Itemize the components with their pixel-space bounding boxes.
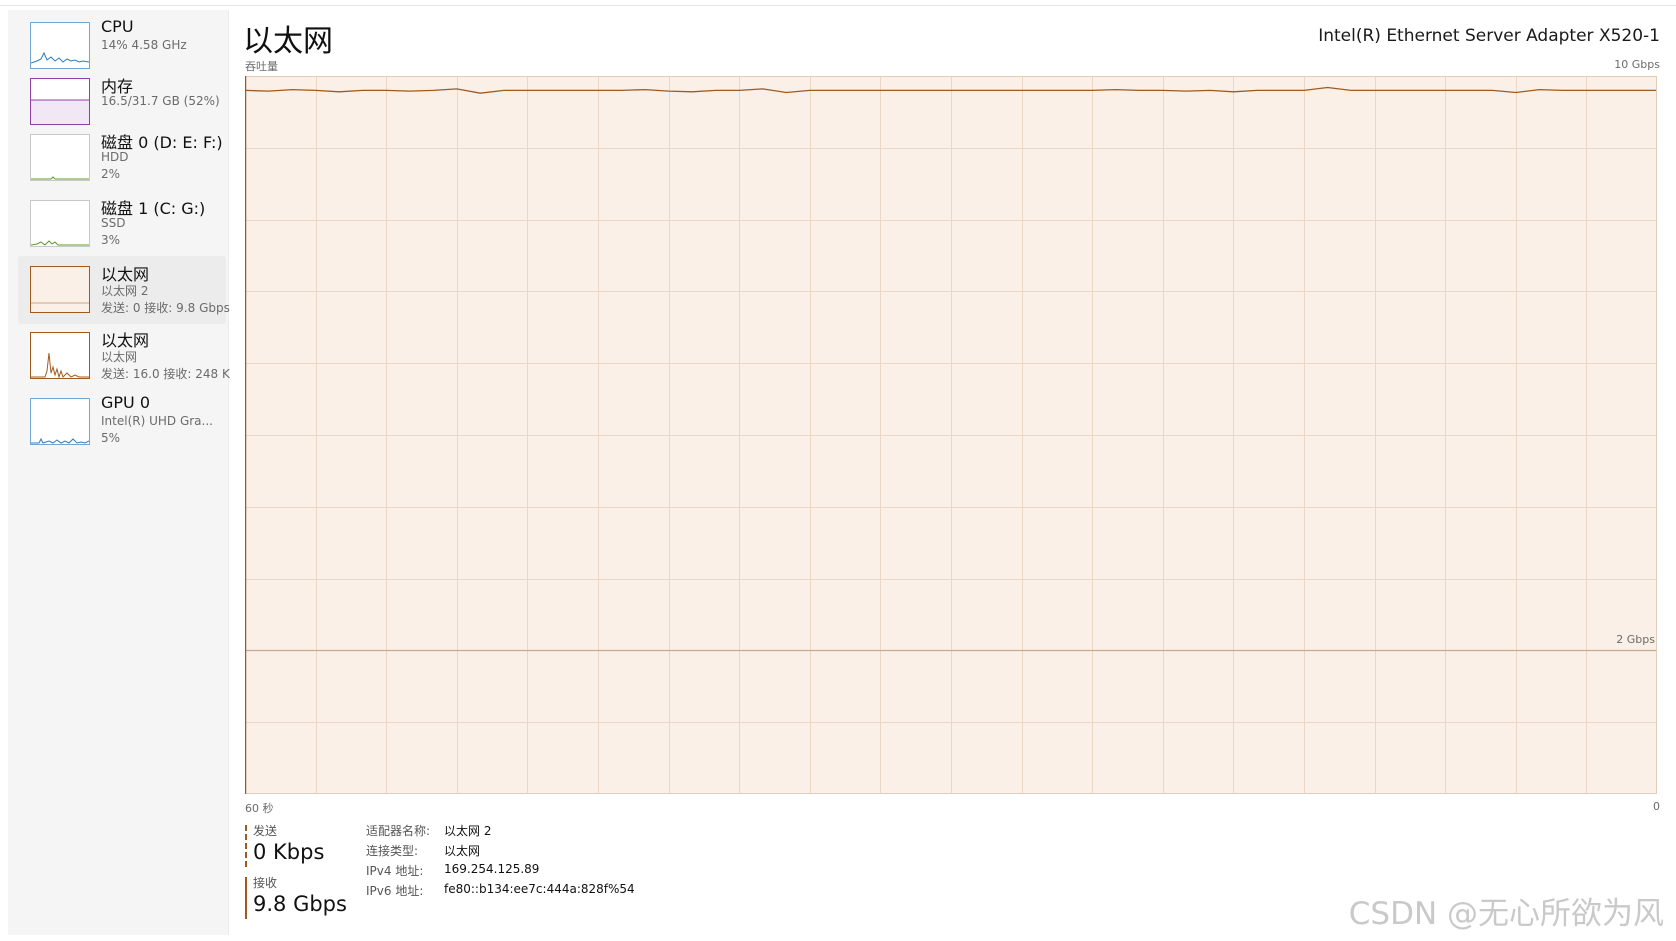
property-key: IPv4 地址: <box>366 864 424 878</box>
ethernet-mini-graph <box>30 332 90 379</box>
sidebar-item-title: GPU 0 <box>101 393 151 412</box>
sidebar-item-detail: 以太网 2 <box>101 284 149 298</box>
disk-1-mini-graph <box>30 200 90 247</box>
property-key: IPv6 地址: <box>366 884 424 898</box>
sidebar-item-detail: 16.5/31.7 GB (52%) <box>101 94 220 108</box>
gpu-mini-graph <box>30 398 90 445</box>
top-divider <box>0 5 1676 6</box>
sidebar-item-disk-1[interactable]: 磁盘 1 (C: G:) SSD 3% <box>18 190 226 258</box>
sidebar-item-ethernet[interactable]: 以太网 以太网 发送: 16.0 接收: 248 K <box>18 322 230 390</box>
throughput-label: 吞吐量 <box>245 60 278 73</box>
cpu-mini-graph <box>30 22 90 69</box>
throughput-chart <box>245 76 1657 794</box>
disk-0-mini-graph <box>30 134 90 181</box>
property-key: 连接类型: <box>366 844 419 858</box>
sidebar-item-detail: HDD <box>101 150 129 164</box>
send-label: 发送 <box>253 824 278 838</box>
sidebar-item-detail: Intel(R) UHD Gra... <box>101 414 213 428</box>
sidebar-item-detail: 以太网 <box>101 350 138 364</box>
property-value: 以太网 <box>444 844 481 858</box>
watermark-text: CSDN @无心所欲为风 <box>1348 896 1664 932</box>
sidebar-item-disk-0[interactable]: 磁盘 0 (D: E: F:) HDD 2% <box>18 124 226 192</box>
sidebar-item-ethernet-2[interactable]: 以太网 以太网 2 发送: 0 接收: 9.8 Gbps <box>18 256 230 324</box>
receive-value: 9.8 Gbps <box>253 892 347 916</box>
ethernet-2-mini-graph <box>30 266 90 313</box>
sidebar-item-throughput: 发送: 0 接收: 9.8 Gbps <box>101 301 230 315</box>
sidebar-item-usage: 2% <box>101 167 121 181</box>
throughput-chart-svg <box>245 76 1657 794</box>
property-value: 以太网 2 <box>444 824 492 838</box>
send-stat: 发送 0 Kbps <box>245 822 355 870</box>
send-value: 0 Kbps <box>253 840 325 864</box>
page-title: 以太网 <box>243 24 333 59</box>
time-end-label: 0 <box>1653 800 1660 813</box>
sidebar-item-detail: 14% 4.58 GHz <box>101 38 187 52</box>
receive-legend-line <box>245 877 247 919</box>
sidebar-item-usage: 3% <box>101 233 121 247</box>
receive-label: 接收 <box>253 876 278 890</box>
time-span-label: 60 秒 <box>245 802 274 815</box>
property-value: 169.254.125.89 <box>444 862 540 876</box>
memory-mini-graph <box>30 78 90 125</box>
performance-sidebar: CPU 14% 4.58 GHz 内存 16.5/31.7 GB (52%) 磁… <box>8 10 230 935</box>
sidebar-item-title: CPU <box>101 17 134 36</box>
send-legend-line <box>245 825 247 867</box>
adapter-name: Intel(R) Ethernet Server Adapter X520-1 <box>1318 26 1660 46</box>
sidebar-item-throughput: 发送: 16.0 接收: 248 K <box>101 367 230 381</box>
mid-scale-label: 2 Gbps <box>1616 633 1655 646</box>
sidebar-item-detail: SSD <box>101 216 126 230</box>
property-key: 适配器名称: <box>366 824 431 838</box>
property-value: fe80::b134:ee7c:444a:828f%54 <box>444 882 635 896</box>
sidebar-item-usage: 5% <box>101 431 121 445</box>
sidebar-item-gpu-0[interactable]: GPU 0 Intel(R) UHD Gra... 5% <box>18 388 226 456</box>
receive-stat: 接收 9.8 Gbps <box>245 874 355 922</box>
max-scale-label: 10 Gbps <box>1614 58 1660 71</box>
